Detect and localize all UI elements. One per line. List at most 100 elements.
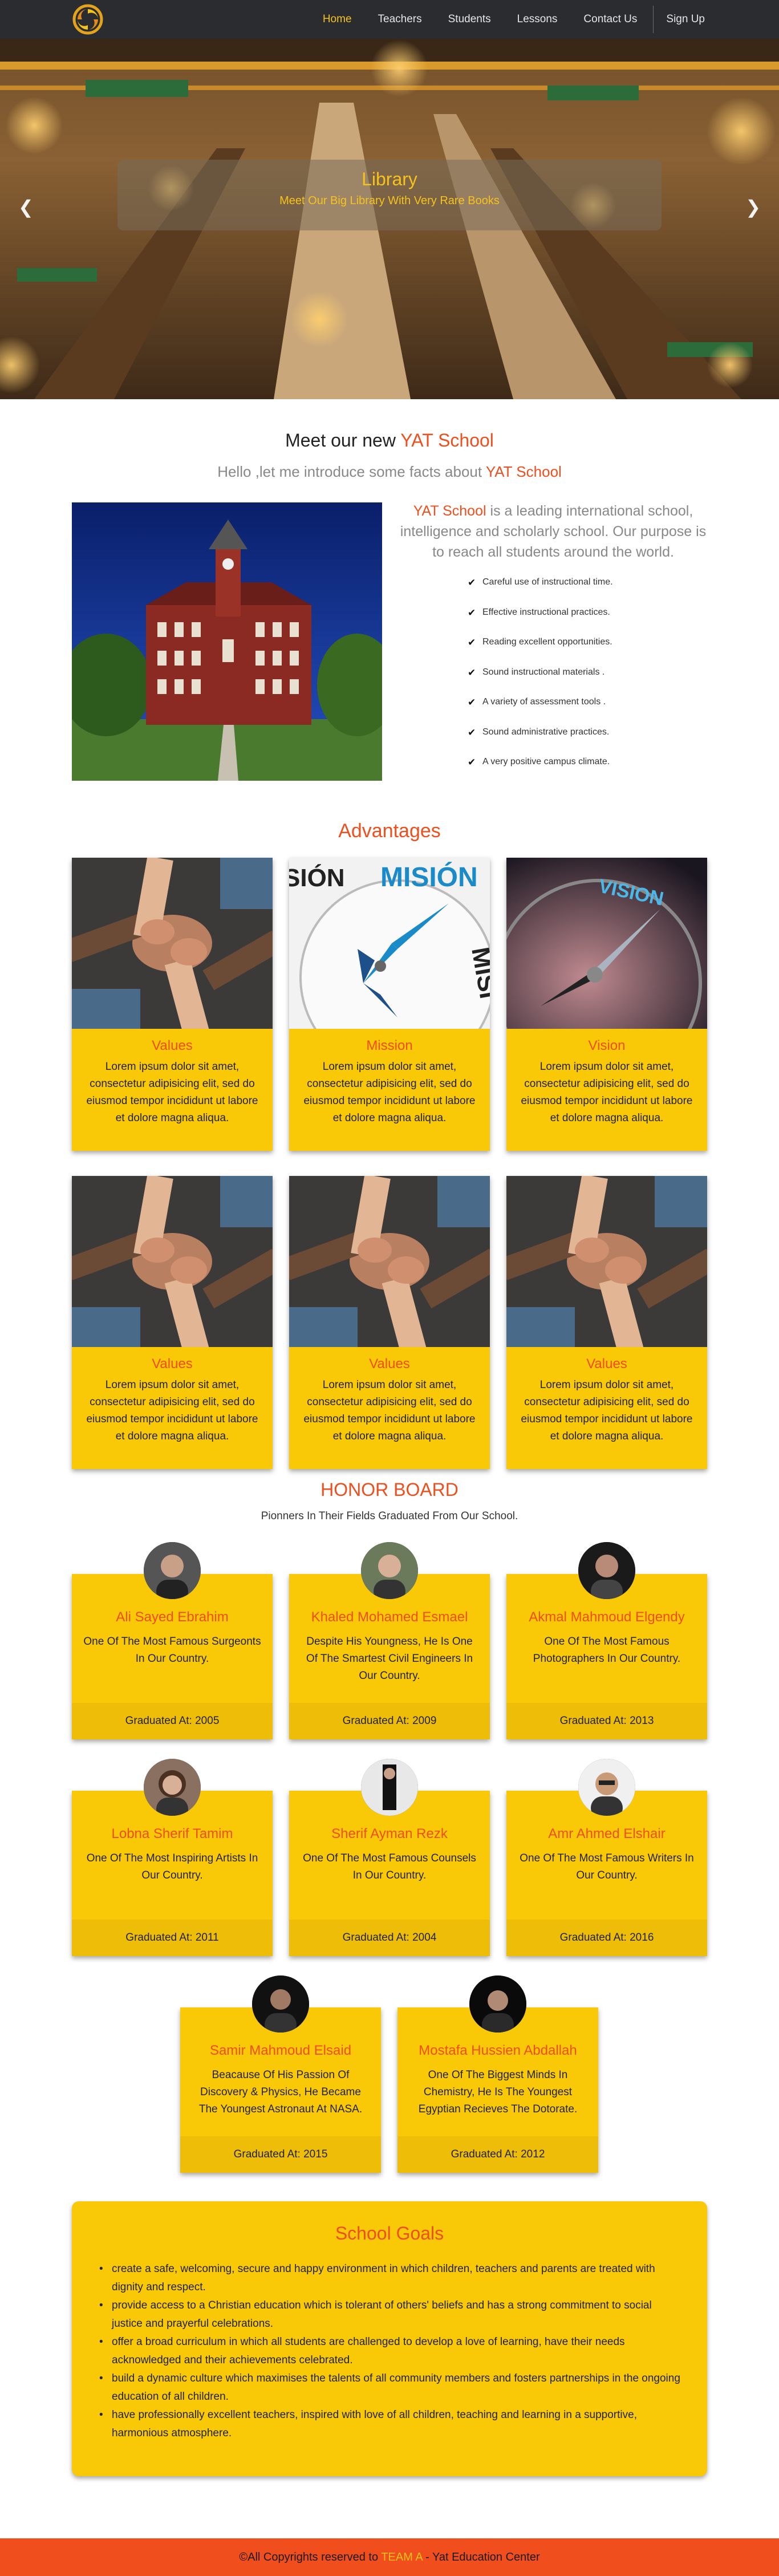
honor-card: Sherif Ayman Rezk One Of The Most Famous…: [289, 1759, 490, 1956]
card-title: Values: [369, 1356, 410, 1372]
honor-graduated: Graduated At: 2016: [506, 1920, 707, 1956]
card-text: Lorem ipsum dolor sit amet, consectetur …: [521, 1061, 693, 1124]
chevron-left-icon[interactable]: ❮: [18, 196, 34, 218]
check-icon: ✔: [468, 607, 476, 618]
fact-item: ✔ Reading excellent opportunities.: [468, 637, 662, 667]
honor-card: Khaled Mohamed Esmael Despite His Youngn…: [289, 1542, 490, 1739]
meet-subtitle-text: Hello ,let me introduce some facts about: [217, 463, 486, 480]
honor-name: Lobna Sherif Tamim: [111, 1826, 233, 1841]
honor-graduated: Graduated At: 2011: [72, 1920, 273, 1956]
hero-subtitle: Meet Our Big Library With Very Rare Book…: [279, 194, 500, 207]
honor-name: Akmal Mahmoud Elgendy: [529, 1609, 685, 1625]
honor-card: Amr Ahmed Elshair One Of The Most Famous…: [506, 1759, 707, 1956]
avatar: [252, 1975, 309, 2033]
card-title: Values: [152, 1038, 193, 1053]
card-text: Lorem ipsum dolor sit amet, consectetur …: [86, 1379, 258, 1442]
avatar: [144, 1759, 201, 1816]
honor-name: Amr Ahmed Elshair: [548, 1826, 666, 1841]
goal-item: build a dynamic culture which maximises …: [97, 2370, 684, 2406]
avatar: [578, 1759, 635, 1816]
honor-card: Mostafa Hussien Abdallah One Of The Bigg…: [397, 1975, 598, 2173]
honor-card: Lobna Sherif Tamim One Of The Most Inspi…: [72, 1759, 273, 1956]
honor-title: HONOR BOARD: [320, 1479, 459, 1500]
honor-board-section: HONOR BOARD Pionners In Their Fields Gra…: [0, 1457, 779, 2201]
fact-item: ✔ Careful use of instructional time.: [468, 577, 662, 607]
footer-center: - Yat Education Center: [422, 2551, 540, 2563]
check-icon: ✔: [468, 577, 476, 588]
honor-desc: One Of The Most Inspiring Artists In Our…: [86, 1852, 258, 1881]
fact-text: Reading excellent opportunities.: [482, 637, 612, 647]
avatar: [578, 1542, 635, 1599]
honor-desc: One Of The Most Famous Surgeonts In Our …: [83, 1636, 261, 1665]
intro-brand: YAT School: [413, 503, 486, 519]
goals-list: create a safe, welcoming, secure and hap…: [97, 2260, 684, 2443]
hands-together-image: [72, 858, 273, 1029]
honor-graduated: Graduated At: 2004: [289, 1920, 490, 1956]
chevron-right-icon[interactable]: ❯: [745, 196, 761, 218]
nav-home[interactable]: Home: [323, 13, 352, 26]
check-icon: ✔: [468, 697, 476, 708]
fact-item: ✔ Sound administrative practices.: [468, 727, 662, 757]
goal-item: provide access to a Christian education …: [97, 2297, 684, 2333]
compass-word: MISIÓN: [380, 861, 478, 893]
avatar: [469, 1975, 526, 2033]
honor-name: Samir Mahmoud Elsaid: [209, 2043, 352, 2058]
fact-item: ✔ A variety of assessment tools .: [468, 697, 662, 727]
fact-text: Effective instructional practices.: [482, 607, 610, 617]
honor-card: Samir Mahmoud Elsaid Beacause Of His Pas…: [180, 1975, 381, 2173]
check-icon: ✔: [468, 637, 476, 648]
goal-item: have professionally excellent teachers, …: [97, 2406, 684, 2443]
school-logo[interactable]: [72, 3, 104, 35]
fact-text: Sound instructional materials .: [482, 667, 605, 677]
footer-team-link[interactable]: TEAM A: [381, 2551, 422, 2563]
card-title: Vision: [588, 1038, 626, 1053]
goal-item: offer a broad curriculum in which all st…: [97, 2333, 684, 2370]
school-building-photo: [72, 502, 382, 781]
honor-graduated: Graduated At: 2013: [506, 1703, 707, 1739]
check-icon: ✔: [468, 667, 476, 678]
honor-graduated: Graduated At: 2005: [72, 1703, 273, 1739]
meet-title-brand: YAT School: [400, 430, 494, 451]
honor-desc: One Of The Most Famous Writers In Our Co…: [520, 1852, 694, 1881]
goals-title: School Goals: [335, 2223, 444, 2244]
card-text: Lorem ipsum dolor sit amet, consectetur …: [303, 1061, 476, 1124]
honor-name: Ali Sayed Ebrahim: [116, 1609, 229, 1625]
nav-students[interactable]: Students: [448, 13, 491, 26]
nav-lessons[interactable]: Lessons: [517, 13, 558, 26]
advantages-title: Advantages: [338, 820, 441, 842]
hands-together-image: [506, 1176, 707, 1347]
meet-section: Meet our new YAT School Hello ,let me in…: [0, 399, 779, 790]
advantage-card: Values Lorem ipsum dolor sit amet, conse…: [506, 1176, 707, 1469]
intro-paragraph: YAT School is a leading international sc…: [397, 501, 709, 562]
fact-text: A variety of assessment tools .: [482, 697, 606, 707]
meet-title-text: Meet our new: [285, 430, 401, 451]
vision-compass-image: VISION: [506, 858, 707, 1029]
nav-divider: [653, 6, 654, 33]
nav-contact[interactable]: Contact Us: [583, 13, 637, 26]
honor-desc: One Of The Most Famous Counsels In Our C…: [303, 1852, 476, 1881]
goal-item: create a safe, welcoming, secure and hap…: [97, 2260, 684, 2297]
nav-teachers[interactable]: Teachers: [378, 13, 422, 26]
check-icon: ✔: [468, 757, 476, 768]
advantages-section: Advantages Values Lorem ipsum dolor sit …: [0, 790, 779, 1469]
avatar: [144, 1542, 201, 1599]
meet-title: Meet our new YAT School: [0, 430, 779, 451]
navbar: Home Teachers Students Lessons Contact U…: [0, 0, 779, 39]
fact-item: ✔ Sound instructional materials .: [468, 667, 662, 697]
card-text: Lorem ipsum dolor sit amet, consectetur …: [303, 1379, 476, 1442]
honor-name: Mostafa Hussien Abdallah: [419, 2043, 577, 2058]
meet-subtitle-brand: YAT School: [485, 463, 562, 480]
honor-graduated: Graduated At: 2015: [180, 2136, 381, 2173]
footer-text: ©All Copyrights reserved to: [239, 2551, 382, 2563]
honor-desc: Despite His Youngness, He Is One Of The …: [306, 1636, 473, 1682]
avatar: [361, 1759, 418, 1816]
nav-signup-button[interactable]: Sign Up: [666, 13, 705, 26]
honor-graduated: Graduated At: 2012: [397, 2136, 598, 2173]
compass-word: SIÓN: [289, 863, 345, 892]
honor-subtitle: Pionners In Their Fields Graduated From …: [261, 1510, 518, 1522]
nav-links: Home Teachers Students Lessons Contact U…: [297, 0, 705, 39]
footer: ©All Copyrights reserved to TEAM A - Yat…: [0, 2538, 779, 2576]
hero-carousel: Library Meet Our Big Library With Very R…: [0, 0, 779, 399]
fact-item: ✔ A very positive campus climate.: [468, 757, 662, 787]
advantage-card: VISION Vision Lorem ipsum dolor sit amet…: [506, 858, 707, 1151]
